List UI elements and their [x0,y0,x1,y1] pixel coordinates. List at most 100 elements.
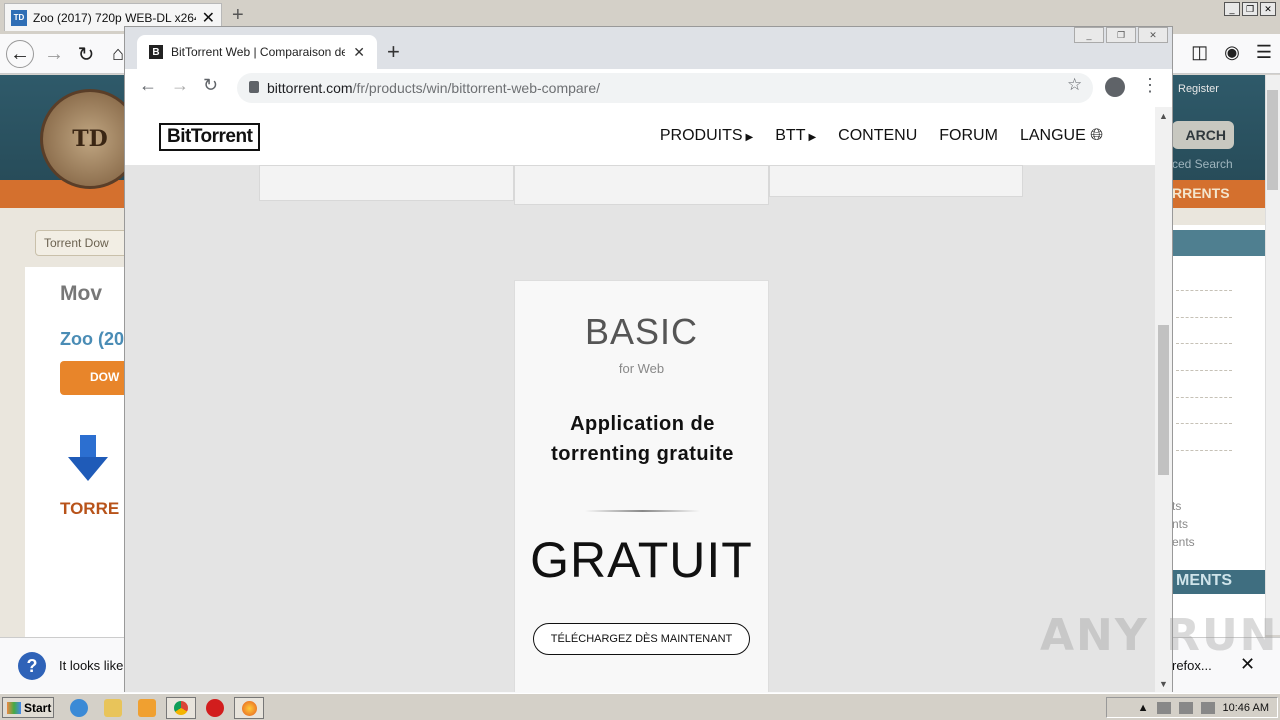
firefox-tab-title: Zoo (2017) 720p WEB-DL x264 ESub [33,10,196,25]
restore-button[interactable]: ❐ [1242,2,1258,16]
reload-icon[interactable]: ↻ [203,75,218,96]
restore-button[interactable]: ❐ [1106,27,1136,43]
url-path: /fr/products/win/bittorrent-web-compare/ [352,80,601,96]
firefox-toolbar-icons: ◫ ◉ ☰ [1191,42,1272,63]
caret-right-icon: ▶ [745,132,754,143]
minimize-button[interactable]: _ [1224,2,1240,16]
sidebar-divider [1176,290,1232,291]
url-domain: bittorrent.com [267,80,353,96]
plan-price: GRATUIT [530,532,753,588]
folder-icon[interactable] [104,699,122,717]
sidebar-link[interactable]: nts [1172,517,1188,531]
firefox-scrollbar-thumb[interactable] [1267,90,1278,190]
chrome-window: B BitTorrent Web | Comparaison des clien… [124,26,1173,692]
firefox-window-controls: _ ❐ ✕ [1224,2,1276,16]
media-player-icon[interactable] [138,699,156,717]
back-arrow-icon[interactable]: ← [139,75,157,96]
torrent-title: Zoo (20 [60,329,125,349]
notification-text: It looks like [59,658,124,673]
menu-item-label: PRODUITS [659,127,743,144]
close-window-button[interactable]: ✕ [1138,27,1168,43]
download-arrow-icon[interactable] [68,435,108,481]
torrents-nav-link[interactable]: RRENTS [1172,185,1230,201]
lock-icon[interactable] [249,81,259,93]
caret-right-icon: ▶ [808,132,817,143]
bookmark-star-icon[interactable]: ☆ [1067,75,1082,95]
download-now-button[interactable]: TÉLÉCHARGEZ DÈS MAINTENANT [533,623,750,655]
menu-item-label: LANGUE [1019,127,1086,144]
kebab-menu-icon[interactable]: ⋮ [1141,75,1159,96]
scroll-down-icon[interactable]: ▼ [1159,679,1168,689]
menu-icon[interactable]: ☰ [1256,42,1272,63]
menu-item-contenu[interactable]: CONTENU [838,127,917,145]
forward-arrow-icon[interactable]: → [40,40,68,68]
divider [585,510,700,512]
close-window-button[interactable]: ✕ [1260,2,1276,16]
close-tab-icon[interactable]: ✕ [353,44,365,61]
close-tab-icon[interactable]: ✕ [202,8,215,28]
chrome-tab[interactable]: B BitTorrent Web | Comparaison des clien… [137,35,377,69]
internet-explorer-icon[interactable] [70,699,88,717]
question-icon: ? [18,652,46,680]
bittorrent-logo[interactable]: BitTorrent [159,123,261,151]
anyrun-watermark: ANY RUN [1040,610,1279,661]
start-label: Start [24,700,52,715]
windows-flag-icon [7,701,21,714]
plan-card [769,165,1023,197]
register-link[interactable]: Register [1178,83,1219,95]
main-menu: PRODUITS ▶ BTT ▶ CONTENU FORUM LANGUE 🌐︎ [660,127,1103,145]
basic-plan-card: BASIC for Web Application de torrenting … [514,280,769,692]
tray-expand-icon[interactable]: ▲ [1138,702,1149,714]
address-bar[interactable]: bittorrent.com/fr/products/win/bittorren… [237,73,1093,103]
chrome-toolbar: ← → ↻ bittorrent.com/fr/products/win/bit… [125,69,1172,107]
flag-icon[interactable] [1200,701,1215,714]
sidebar-link[interactable]: ts [1172,499,1181,513]
download-button[interactable]: DOW [60,361,130,395]
bittorrent-page: BitTorrent PRODUITS ▶ BTT ▶ CONTENU FORUM … [125,107,1155,692]
forward-arrow-icon[interactable]: → [171,75,189,96]
comments-heading: MENTS [1172,570,1265,594]
menu-item-produits[interactable]: PRODUITS ▶ [660,127,753,145]
menu-item-label: BTT [775,127,806,144]
back-arrow-icon[interactable]: ← [6,40,34,68]
chrome-window-controls: _ ❐ ✕ [1074,27,1168,43]
menu-item-langue[interactable]: LANGUE 🌐︎ [1020,127,1103,145]
chrome-icon[interactable] [166,697,196,719]
menu-item-forum[interactable]: FORUM [939,127,998,145]
minimize-button[interactable]: _ [1074,27,1104,43]
scroll-up-icon[interactable]: ▲ [1159,111,1168,121]
bittorrent-favicon-icon: B [149,45,163,59]
opera-icon[interactable] [206,699,224,717]
sidebar-icon[interactable]: ◫ [1191,42,1208,63]
menu-item-btt[interactable]: BTT ▶ [775,127,816,145]
sidebar-link[interactable]: ents [1172,535,1195,549]
system-tray: ▲ 10:46 AM [1106,697,1278,718]
new-tab-button[interactable]: + [232,4,244,27]
plan-description: Application de torrenting gratuite [551,413,734,465]
sidebar-divider [1176,370,1232,371]
new-tab-button[interactable]: + [387,39,400,65]
account-icon[interactable]: ◉ [1224,42,1240,63]
firefox-icon[interactable] [234,697,264,719]
plan-card [514,165,769,205]
sidebar-divider [1176,397,1232,398]
sidebar-divider [1176,450,1232,451]
plan-title: BASIC [584,311,699,352]
search-button[interactable]: ARCH [1172,121,1234,149]
start-button[interactable]: Start [2,697,54,718]
account-icon[interactable] [1105,77,1125,97]
movies-heading: Mov [60,282,102,305]
clock[interactable]: 10:46 AM [1223,702,1269,714]
sidebar-divider [1176,423,1232,424]
sidebar-divider [1176,343,1232,344]
sidebar-header [1172,230,1265,256]
site-favicon-icon: TD [11,9,27,26]
volume-icon[interactable] [1156,701,1171,714]
reload-icon[interactable]: ↻ [72,40,100,68]
sidebar-divider [1176,317,1232,318]
network-icon[interactable] [1178,701,1193,714]
torrent-label: TORRE [60,499,120,518]
chrome-scrollbar-thumb[interactable] [1158,325,1169,475]
chrome-tab-title: BitTorrent Web | Comparaison des clients [171,45,346,59]
advanced-search-link[interactable]: ced Search [1172,157,1233,171]
